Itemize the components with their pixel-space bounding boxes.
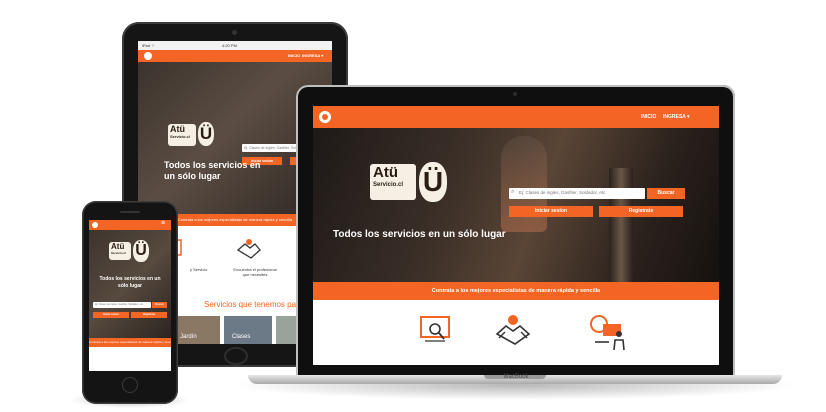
login-button[interactable]: Iniciar sesion xyxy=(93,312,129,318)
logo-line1: Atü xyxy=(111,242,125,251)
hero-headline: Todos los servicios en un sólo lugar xyxy=(99,276,161,289)
phone-screen: ≡ Atü Servicio.cl Ü Todos los servicios … xyxy=(89,220,171,371)
logo-line1: Atü xyxy=(373,164,398,181)
menu-icon[interactable]: ≡ xyxy=(161,220,165,227)
phone-band: Contrata a los mejores especialistas de … xyxy=(89,338,171,347)
search-input[interactable]: ⌕ Ej: Clases de ingles, Gasfiter, Soldad… xyxy=(509,188,645,199)
handshake-icon xyxy=(495,312,531,348)
logo-line2: Servicio.cl xyxy=(170,134,191,139)
laptop-hero: Atü Servicio.cl Ü ⌕ Ej: Clases de ingles… xyxy=(313,128,719,282)
service-card-label: Jardín xyxy=(180,334,197,340)
nav-inicio-link[interactable]: INICIO xyxy=(641,114,656,120)
service-card[interactable]: Jardín xyxy=(172,316,220,344)
laptop-navbar: INICIO INGRESA ▾ xyxy=(313,106,719,128)
step-description: Encuentra el profesional que necesites xyxy=(233,267,277,277)
status-time: 4:20 PM xyxy=(222,43,237,48)
nav-inicio-link[interactable]: INICIO xyxy=(288,53,300,58)
handshake-icon xyxy=(236,236,262,262)
bottle-image xyxy=(609,168,633,282)
nav-logo-icon[interactable] xyxy=(92,222,98,228)
services-section-title: Servicios que tenemos para xyxy=(204,300,304,309)
search-placeholder: Ej: Clases de ingles, Gasfiter, Soldador… xyxy=(519,190,607,195)
step-label: y Servicio xyxy=(190,267,208,272)
logo-line1: Atü xyxy=(170,124,185,134)
tablet-navbar: INICIO INGRESA ▾ xyxy=(138,50,332,62)
logo-symbol: Ü xyxy=(133,240,149,262)
service-card[interactable]: Clases xyxy=(224,316,272,344)
nav-logo-icon[interactable] xyxy=(144,52,152,60)
brand-logo: Atü Servicio.cl xyxy=(370,164,416,200)
laptop-content xyxy=(313,300,719,365)
tablet-status-bar: iPad ⌔ 4:20 PM xyxy=(138,41,332,50)
brand-logo: Atü Servicio.cl xyxy=(109,242,131,260)
phone-home-button[interactable] xyxy=(122,377,138,393)
status-carrier: iPad ⌔ xyxy=(142,43,155,48)
phone-device: ≡ Atü Servicio.cl Ü Todos los servicios … xyxy=(82,201,178,404)
nav-logo-icon[interactable] xyxy=(319,111,331,123)
phone-hero: Atü Servicio.cl Ü Todos los servicios en… xyxy=(89,230,171,338)
logo-symbol: Ü xyxy=(198,122,214,146)
register-button[interactable]: Registrate xyxy=(131,312,167,318)
laptop-brand-label: MacBook xyxy=(503,374,529,380)
search-icon: ⌕ xyxy=(511,189,515,195)
search-input[interactable]: Ej: Clases de ingles, Gasfiter, Soldador… xyxy=(93,302,151,308)
wine-glass-image xyxy=(501,136,547,232)
search-button[interactable]: Buscar xyxy=(647,188,685,199)
nav-ingresa-link[interactable]: INGRESA ▾ xyxy=(302,53,323,58)
register-button[interactable]: Registrate xyxy=(599,206,683,217)
logo-line2: Servicio.cl xyxy=(373,182,404,188)
search-web-icon xyxy=(419,314,453,348)
hero-headline: Todos los servicios en un sólo lugar xyxy=(164,160,261,181)
laptop-screen: INICIO INGRESA ▾ Atü Servicio.cl Ü ⌕ Ej:… xyxy=(313,106,719,365)
logo-symbol: Ü xyxy=(419,162,447,202)
phone-content xyxy=(89,347,171,371)
brand-logo: Atü Servicio.cl xyxy=(168,124,196,146)
hero-headline: Todos los servicios en un sólo lugar xyxy=(333,229,506,240)
login-button[interactable]: Iniciar sesion xyxy=(509,206,593,217)
phone-navbar: ≡ xyxy=(89,220,171,230)
service-card-label: Clases xyxy=(232,334,251,340)
laptop-band: Contrata a los mejores especialistas de … xyxy=(313,282,719,300)
person-laptop-icon xyxy=(589,312,629,352)
logo-line2: Servicio.cl xyxy=(111,251,127,255)
tablet-home-button[interactable] xyxy=(224,347,248,365)
laptop-camera xyxy=(513,92,517,96)
tablet-camera xyxy=(232,30,237,35)
nav-ingresa-link[interactable]: INGRESA ▾ xyxy=(663,114,690,120)
search-button[interactable]: Buscar xyxy=(152,302,167,308)
phone-speaker xyxy=(120,211,140,213)
